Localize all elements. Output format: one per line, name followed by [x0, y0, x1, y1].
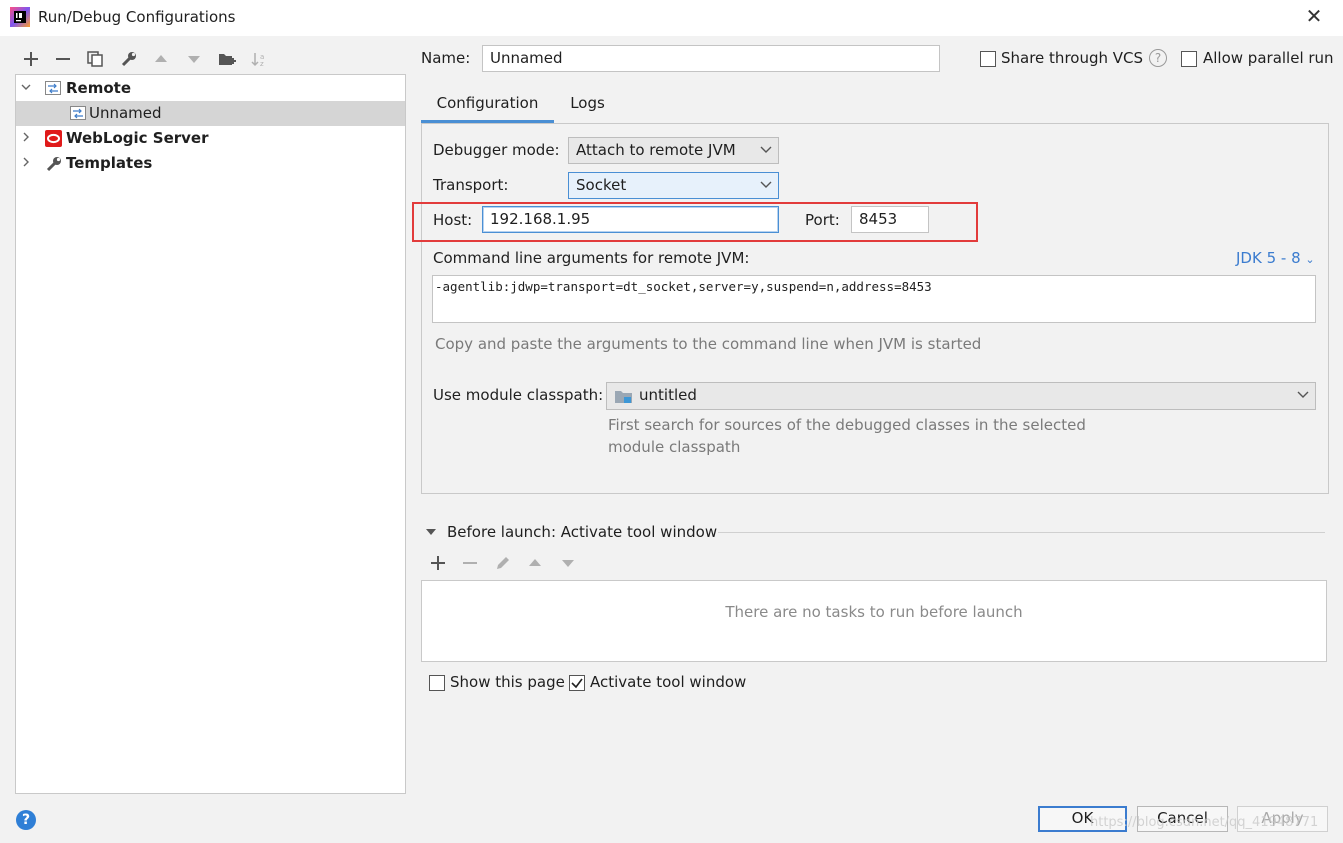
activate-tool-window-label: Activate tool window	[590, 673, 747, 691]
share-vcs-checkbox[interactable]	[980, 51, 996, 67]
collapse-triangle-icon[interactable]	[425, 527, 437, 537]
folder-add-icon[interactable]	[216, 48, 238, 70]
tab-configuration[interactable]: Configuration	[421, 92, 554, 122]
jdk-version-label: JDK 5 - 8	[1236, 249, 1301, 267]
remove-icon[interactable]	[459, 552, 481, 574]
tree-item-unnamed[interactable]: Unnamed	[16, 101, 405, 126]
share-vcs-label: Share through VCS	[1001, 49, 1144, 67]
transport-select[interactable]: Socket	[568, 172, 779, 199]
close-icon[interactable]: ✕	[1302, 4, 1326, 28]
tree-item-label: Unnamed	[89, 104, 162, 122]
jdk-version-link[interactable]: JDK 5 - 8 ⌄	[1236, 249, 1315, 267]
show-page-label: Show this page	[450, 673, 565, 691]
chevron-down-icon[interactable]	[19, 80, 33, 94]
chevron-down-icon	[760, 177, 772, 191]
config-tree[interactable]: Remote Unnamed WebLogic Server Templates	[15, 74, 406, 794]
wrench-icon[interactable]	[118, 48, 140, 70]
chevron-down-icon	[760, 142, 772, 156]
tree-item-templates[interactable]: Templates	[16, 151, 405, 176]
module-hint-line2: module classpath	[608, 438, 741, 456]
chevron-right-icon[interactable]	[19, 155, 33, 169]
tab-logs[interactable]: Logs	[560, 92, 615, 122]
transport-label: Transport:	[433, 176, 509, 194]
help-icon[interactable]: ?	[16, 810, 36, 830]
watermark: https://blog.csdn.net/qq_41948771	[1090, 815, 1319, 830]
tree-item-weblogic-server[interactable]: WebLogic Server	[16, 126, 405, 151]
module-hint-line1: First search for sources of the debugged…	[608, 416, 1086, 434]
before-launch-list[interactable]: There are no tasks to run before launch	[421, 580, 1327, 662]
chevron-down-icon: ⌄	[1305, 253, 1315, 266]
chevron-down-icon	[1297, 387, 1309, 401]
move-down-icon[interactable]	[183, 48, 205, 70]
name-label: Name:	[421, 49, 471, 67]
tree-item-label: WebLogic Server	[66, 129, 209, 147]
weblogic-icon	[45, 130, 62, 147]
move-up-icon[interactable]	[524, 552, 546, 574]
remote-icon	[45, 81, 61, 96]
module-classpath-value: untitled	[639, 386, 697, 404]
module-classpath-label: Use module classpath:	[433, 386, 604, 404]
help-icon[interactable]: ?	[1149, 49, 1167, 67]
activate-tool-window-checkbox[interactable]	[569, 675, 585, 691]
move-up-icon[interactable]	[150, 48, 172, 70]
cmd-args-hint: Copy and paste the arguments to the comm…	[435, 335, 982, 353]
module-classpath-select[interactable]: untitled	[606, 382, 1316, 410]
add-icon[interactable]	[20, 48, 42, 70]
show-page-checkbox[interactable]	[429, 675, 445, 691]
window-title: Run/Debug Configurations	[38, 8, 236, 26]
remove-icon[interactable]	[52, 48, 74, 70]
allow-parallel-label: Allow parallel run	[1203, 49, 1334, 67]
sort-icon[interactable]: az	[248, 48, 270, 70]
move-down-icon[interactable]	[557, 552, 579, 574]
copy-icon[interactable]	[84, 48, 106, 70]
empty-list-text: There are no tasks to run before launch	[725, 603, 1023, 621]
tree-item-remote[interactable]: Remote	[16, 76, 405, 101]
svg-text:z: z	[260, 60, 264, 67]
remote-config-icon	[70, 106, 86, 121]
edit-icon[interactable]	[492, 552, 514, 574]
before-launch-title: Before launch: Activate tool window	[447, 523, 718, 541]
port-field[interactable]: 8453	[851, 206, 929, 233]
cmd-args-textarea[interactable]: -agentlib:jdwp=transport=dt_socket,serve…	[432, 275, 1316, 323]
name-field[interactable]: Unnamed	[482, 45, 940, 72]
debugger-mode-label: Debugger mode:	[433, 141, 560, 159]
transport-value: Socket	[576, 176, 627, 194]
chevron-right-icon[interactable]	[19, 130, 33, 144]
debugger-mode-value: Attach to remote JVM	[576, 141, 736, 159]
cmd-args-label: Command line arguments for remote JVM:	[433, 249, 750, 267]
checkmark-icon	[571, 678, 583, 689]
host-field[interactable]: 192.168.1.95	[482, 206, 779, 233]
add-icon[interactable]	[427, 552, 449, 574]
intellij-icon	[10, 7, 30, 27]
allow-parallel-checkbox[interactable]	[1181, 51, 1197, 67]
module-folder-icon	[615, 389, 633, 404]
wrench-icon	[46, 156, 62, 172]
host-label: Host:	[433, 211, 473, 229]
separator	[718, 532, 1325, 533]
tree-item-label: Remote	[66, 79, 132, 97]
tree-item-label: Templates	[66, 154, 153, 172]
port-label: Port:	[805, 211, 840, 229]
debugger-mode-select[interactable]: Attach to remote JVM	[568, 137, 779, 164]
